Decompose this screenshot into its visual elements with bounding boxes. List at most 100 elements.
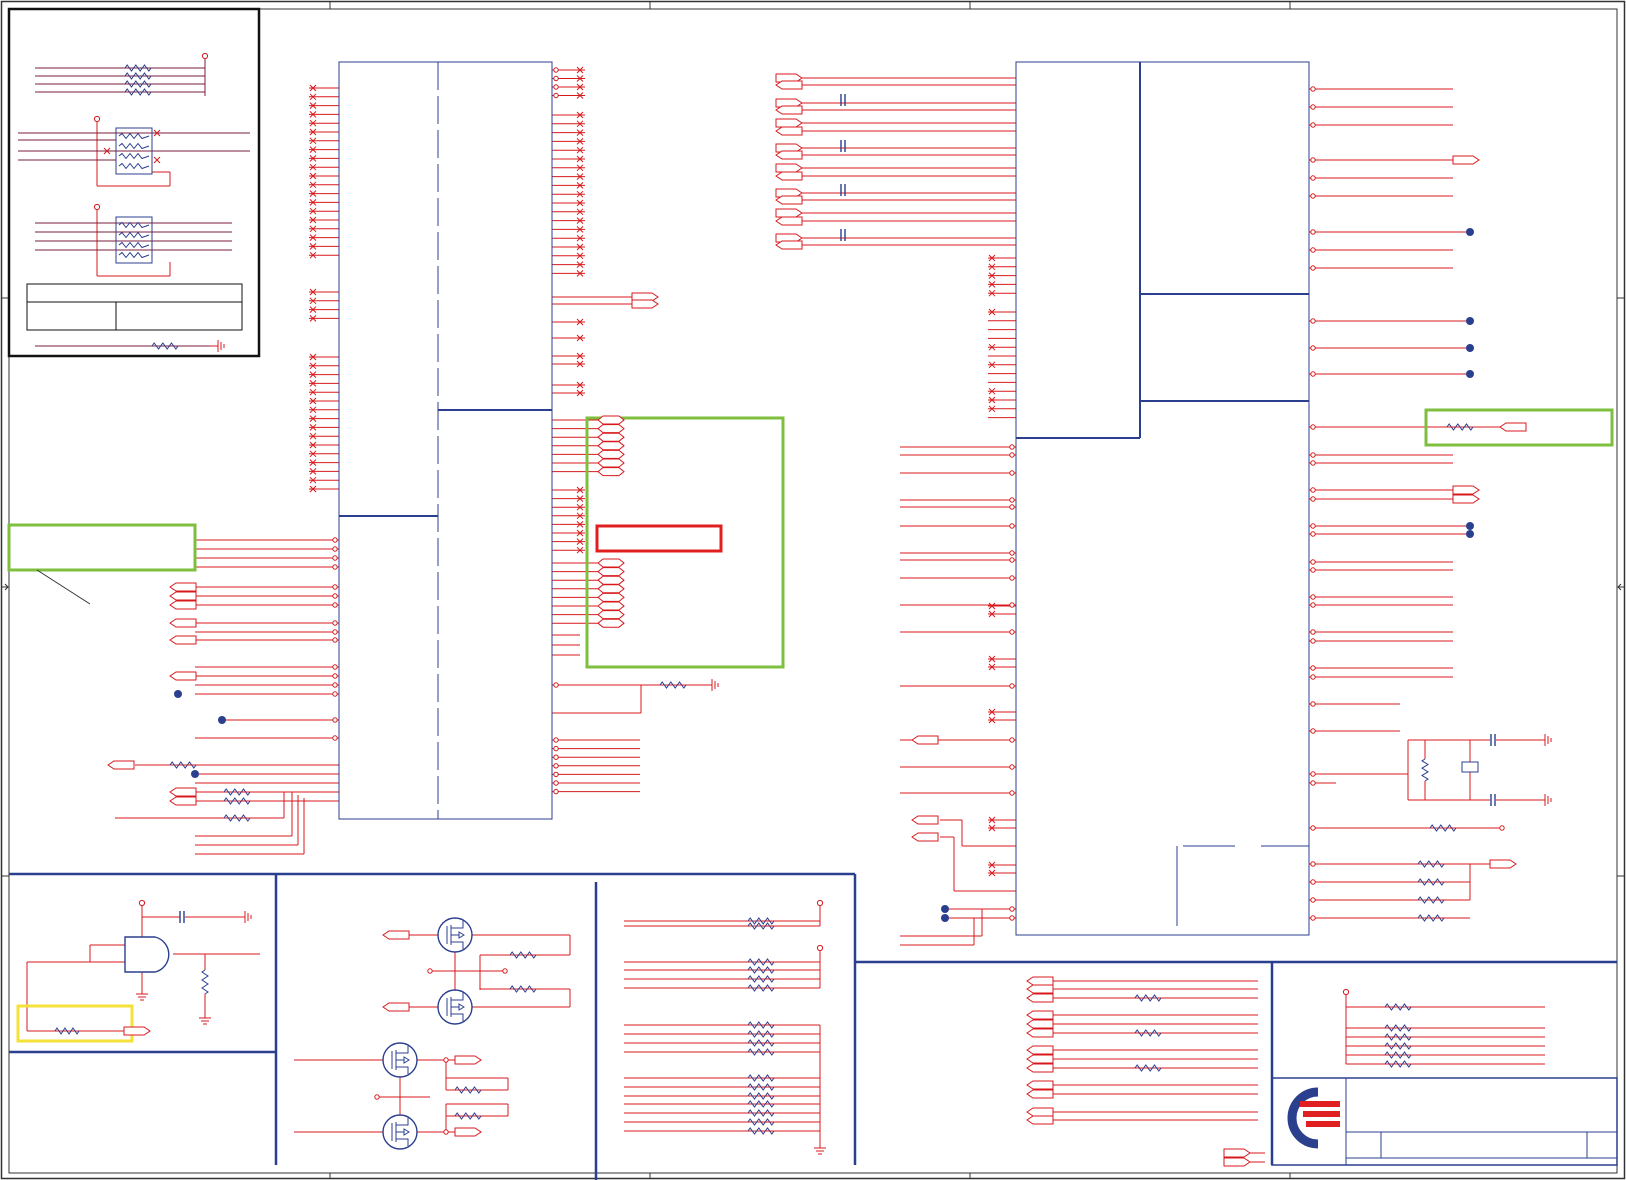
resistor <box>1417 860 1445 868</box>
parts-layer <box>54 52 1552 1167</box>
pin-marker <box>1009 452 1015 458</box>
net-port <box>597 575 625 585</box>
pin-marker <box>553 682 559 688</box>
resistor <box>454 1112 482 1120</box>
net-port <box>1223 1148 1251 1158</box>
ic-dashed-region <box>1176 845 1309 926</box>
power-flag <box>138 899 146 907</box>
net-port <box>1026 984 1054 994</box>
pin-marker <box>553 788 559 795</box>
pin-marker <box>1310 157 1316 163</box>
net-port <box>597 567 625 577</box>
pin-marker <box>1310 345 1316 351</box>
resistor-pack-element <box>118 162 150 170</box>
yellow-note-box <box>16 1004 134 1043</box>
net-port <box>382 930 410 940</box>
pin-marker <box>1009 915 1015 921</box>
junction-dot <box>1466 317 1474 325</box>
resistor <box>1429 824 1457 832</box>
pin-marker <box>1310 771 1316 777</box>
net-port <box>1223 1157 1251 1167</box>
pin-marker <box>553 780 559 786</box>
power-flag <box>93 203 101 211</box>
junction-dot <box>218 716 226 724</box>
pin-marker <box>1310 452 1316 458</box>
capacitor <box>840 184 846 196</box>
resistor <box>169 761 197 769</box>
net-port <box>169 618 197 628</box>
junction-dot <box>191 770 199 778</box>
ground-symbol <box>210 340 225 352</box>
pin-marker <box>553 84 559 90</box>
resistor <box>747 1100 775 1108</box>
resistor <box>223 814 251 822</box>
resistor <box>747 1083 775 1091</box>
resistor-pack-element <box>118 251 150 259</box>
net-port <box>454 1055 482 1065</box>
ic-left-body <box>338 61 553 820</box>
pin-marker <box>1009 550 1015 556</box>
resistor <box>747 1021 775 1029</box>
pin-marker <box>553 737 559 743</box>
pin-marker <box>332 717 338 723</box>
ground-symbol <box>136 986 148 1001</box>
pin-marker <box>1310 879 1316 885</box>
net-port <box>1026 1115 1054 1125</box>
company-logo-bar <box>1300 1101 1340 1107</box>
pin-marker <box>1310 122 1316 128</box>
resistor-pack-element <box>118 241 150 249</box>
pin-marker <box>1009 737 1015 743</box>
pin-marker <box>1310 193 1316 199</box>
pin-marker <box>1310 265 1316 271</box>
pin-marker <box>553 771 559 778</box>
resistor <box>747 975 775 983</box>
net-port <box>775 171 803 181</box>
net-port <box>911 735 939 745</box>
pin-marker <box>1310 594 1316 600</box>
pin-marker <box>1310 674 1316 680</box>
pin-marker <box>1009 790 1015 796</box>
and-gate <box>124 936 170 973</box>
resistor-pack-element <box>118 142 150 150</box>
resistor <box>1446 423 1474 431</box>
net-port <box>597 558 625 568</box>
resistor <box>1134 1029 1162 1037</box>
ground-symbol <box>814 1140 826 1155</box>
pin-marker <box>332 537 338 543</box>
net-port <box>169 796 197 806</box>
capacitor <box>179 911 185 923</box>
net-port <box>1499 422 1527 432</box>
junction-dot <box>1466 522 1474 530</box>
net-port <box>597 467 625 477</box>
pin-marker <box>502 968 508 974</box>
net-port <box>597 610 625 620</box>
net-port <box>911 815 939 825</box>
net-port <box>169 635 197 645</box>
resistor <box>509 951 537 959</box>
net-port <box>597 415 625 425</box>
pin-marker <box>332 602 338 608</box>
resistor <box>747 1092 775 1100</box>
power-flag <box>816 899 824 907</box>
resistor <box>54 1027 80 1035</box>
net-port <box>1489 859 1517 869</box>
pin-marker <box>1310 728 1316 734</box>
net-port <box>1026 1080 1054 1090</box>
pin-marker <box>1310 915 1316 921</box>
no-connect-mark <box>153 156 161 164</box>
net-port <box>775 240 803 250</box>
resistor <box>1384 1033 1412 1041</box>
capacitor <box>840 94 846 106</box>
net-port <box>597 584 625 594</box>
pin-marker <box>1009 523 1015 529</box>
net-port <box>169 787 197 797</box>
junction-dot <box>1466 344 1474 352</box>
net-port <box>597 424 625 434</box>
junction-dot <box>1466 530 1474 538</box>
pin-marker <box>1310 487 1316 493</box>
crystal <box>1461 761 1479 773</box>
pin-marker <box>332 546 338 552</box>
pin-marker <box>1009 504 1015 510</box>
pin-marker <box>1009 497 1015 503</box>
pin-marker <box>1310 523 1316 529</box>
